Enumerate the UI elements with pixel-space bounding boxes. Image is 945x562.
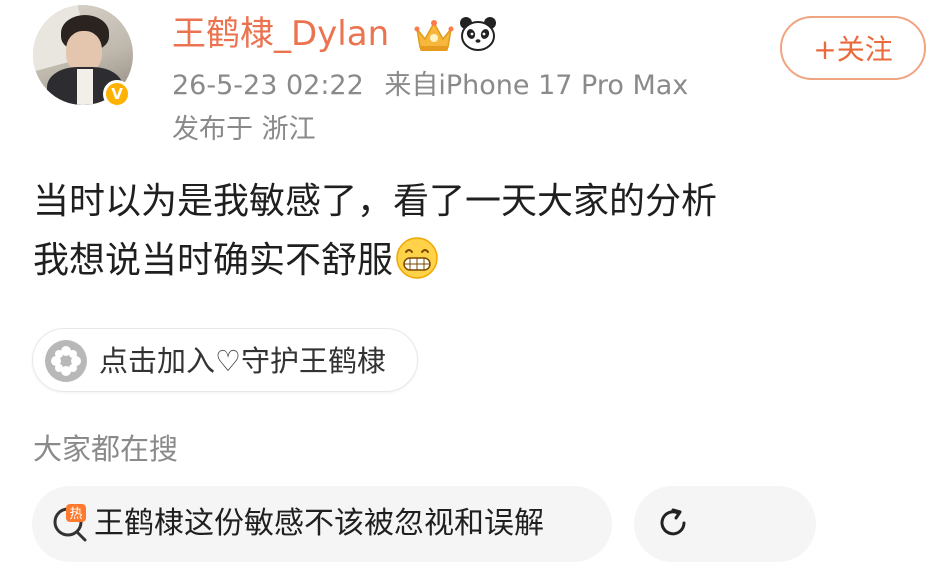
hot-search-icon: 热	[53, 504, 87, 542]
supertopic-label: 点击加入♡守护王鹤棣	[99, 344, 386, 378]
flower-icon	[45, 340, 87, 382]
svg-text:热: 热	[69, 507, 82, 522]
post-text-line-2: 我想说当时确实不舒服	[33, 236, 439, 285]
post-location: 发布于 浙江	[172, 114, 316, 145]
refresh-search-button[interactable]	[634, 486, 816, 562]
verified-badge-icon: V	[103, 80, 131, 108]
author-name[interactable]: 王鹤棣_Dylan	[172, 12, 389, 56]
post-text-line-2-text: 我想说当时确实不舒服	[33, 240, 394, 281]
post-timestamp: 26-5-23 02:22	[172, 70, 364, 101]
hot-search-label: 王鹤棣这份敏感不该被忽视和误解	[94, 506, 544, 541]
refresh-icon	[660, 508, 686, 536]
hot-search-item[interactable]: 热 王鹤棣这份敏感不该被忽视和误解	[32, 486, 612, 562]
post-text-line-1: 当时以为是我敏感了，看了一天大家的分析	[33, 181, 718, 222]
post-source: 来自iPhone 17 Pro Max	[384, 70, 689, 101]
supertopic-join-button[interactable]: 点击加入♡守护王鹤棣	[32, 328, 418, 392]
crown-icon[interactable]	[412, 17, 456, 55]
search-heading: 大家都在搜	[33, 432, 179, 466]
post-meta: 26-5-23 02:22 来自iPhone 17 Pro Max	[172, 66, 688, 106]
panda-icon[interactable]	[458, 15, 498, 53]
grinning-face-emoji-icon	[396, 237, 438, 279]
follow-button[interactable]: +关注	[780, 16, 926, 80]
